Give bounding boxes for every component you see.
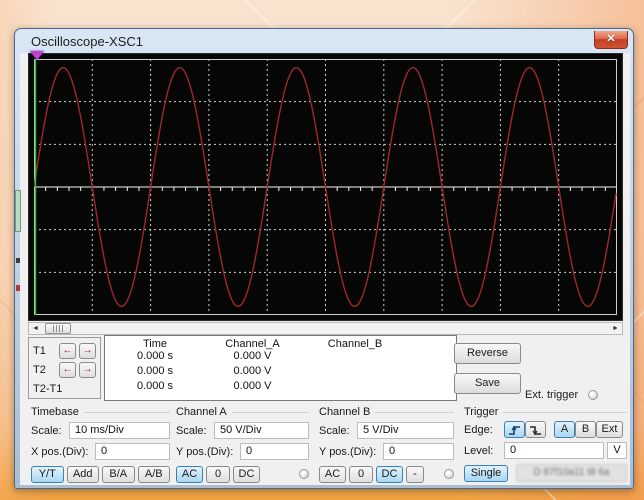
col-header-time: Time: [105, 338, 205, 350]
close-button[interactable]: ✕: [594, 31, 628, 49]
trigger-source-ext-button[interactable]: Ext: [596, 421, 623, 438]
rising-edge-icon: [508, 425, 521, 436]
channel-a-ypos-label: Y pos.(Div):: [176, 446, 240, 458]
scope-display: [28, 53, 623, 321]
falling-edge-button[interactable]: [525, 421, 546, 438]
channel-b-dc-button[interactable]: DC: [376, 466, 403, 483]
watermark: D 87f10a11 t8 6a: [516, 464, 627, 482]
channel-a-ac-button[interactable]: AC: [176, 466, 203, 483]
trigger-section: Trigger Edge: A B Ext: [464, 405, 627, 489]
channel-a-scale-label: Scale:: [176, 425, 214, 437]
channel-b-ypos-field[interactable]: 0: [383, 443, 454, 460]
channel-a-legend: Channel A: [176, 406, 227, 418]
trigger-level-field[interactable]: 0: [504, 442, 604, 459]
channel-a-ypos-field[interactable]: 0: [240, 443, 309, 460]
timebase-legend: Timebase: [31, 406, 79, 418]
cursor1-marker-icon[interactable]: [30, 51, 44, 60]
timebase-xpos-label: X pos.(Div):: [31, 446, 95, 458]
scope-grid-and-waveform: [34, 59, 617, 315]
timebase-section: Timebase Scale: 10 ms/Div X pos.(Div): 0…: [31, 405, 170, 489]
timebase-xpos-field[interactable]: 0: [95, 443, 170, 460]
channel-b-minus-button[interactable]: -: [406, 466, 424, 483]
t2-right-button[interactable]: →: [79, 362, 96, 378]
oscilloscope-window: Oscilloscope-XSC1 ✕ ◄ ► T1 ← → T2 ← →: [14, 28, 634, 489]
ext-trigger-label: Ext. trigger: [525, 389, 578, 401]
timebase-ba-button[interactable]: B/A: [102, 466, 135, 483]
channel-b-indicator: [444, 469, 454, 479]
channel-a-indicator: [299, 469, 309, 479]
channel-a-section: Channel A Scale: 50 V/Div Y pos.(Div): 0…: [176, 405, 309, 489]
reverse-button[interactable]: Reverse: [454, 343, 521, 364]
col-header-channel-a: Channel_A: [205, 338, 300, 350]
t2-left-button[interactable]: ←: [59, 362, 76, 378]
title-bar[interactable]: Oscilloscope-XSC1 ✕: [15, 29, 633, 53]
background-artifact: [15, 190, 21, 232]
dialog-content: ◄ ► T1 ← → T2 ← → T2-T1 Time Chann: [20, 53, 630, 485]
table-row: 0.000 s 0.000 V: [105, 350, 456, 365]
scope-scrollbar[interactable]: ◄ ►: [28, 322, 623, 335]
trigger-edge-label: Edge:: [464, 424, 504, 436]
t2-label: T2: [33, 364, 59, 376]
channel-b-scale-field[interactable]: 5 V/Div: [357, 422, 454, 439]
cursor-panel: T1 ← → T2 ← → T2-T1: [28, 337, 101, 399]
trigger-source-a-button[interactable]: A: [554, 421, 575, 438]
timebase-scale-field[interactable]: 10 ms/Div: [69, 422, 170, 439]
t1-right-button[interactable]: →: [79, 343, 96, 359]
channel-a-zero-button[interactable]: 0: [206, 466, 230, 483]
trigger-legend: Trigger: [464, 406, 498, 418]
channel-b-ac-button[interactable]: AC: [319, 466, 346, 483]
window-title: Oscilloscope-XSC1: [31, 34, 143, 49]
table-row: 0.000 s 0.000 V: [105, 365, 456, 380]
trigger-source-b-button[interactable]: B: [575, 421, 596, 438]
scrollbar-thumb[interactable]: [45, 323, 71, 334]
t1-left-button[interactable]: ←: [59, 343, 76, 359]
channel-b-section: Channel B Scale: 5 V/Div Y pos.(Div): 0 …: [319, 405, 454, 489]
falling-edge-icon: [529, 425, 542, 436]
timebase-add-button[interactable]: Add: [67, 466, 100, 483]
background-artifact: [16, 285, 20, 291]
rising-edge-button[interactable]: [504, 421, 525, 438]
timebase-scale-label: Scale:: [31, 425, 69, 437]
timebase-yt-button[interactable]: Y/T: [31, 466, 64, 483]
table-row: 0.000 s 0.000 V: [105, 380, 456, 395]
measurement-table: Time Channel_A Channel_B 0.000 s 0.000 V…: [104, 335, 457, 401]
channel-b-scale-label: Scale:: [319, 425, 357, 437]
channel-a-dc-button[interactable]: DC: [233, 466, 260, 483]
t1-label: T1: [33, 345, 59, 357]
scroll-left-icon[interactable]: ◄: [29, 323, 42, 334]
trigger-level-unit-field[interactable]: V: [607, 442, 627, 459]
background-artifact: [16, 258, 20, 263]
channel-b-ypos-label: Y pos.(Div):: [319, 446, 383, 458]
channel-b-legend: Channel B: [319, 406, 370, 418]
trigger-level-label: Level:: [464, 445, 504, 457]
col-header-channel-b: Channel_B: [300, 338, 410, 350]
channel-a-scale-field[interactable]: 50 V/Div: [214, 422, 309, 439]
channel-b-zero-button[interactable]: 0: [349, 466, 373, 483]
trigger-single-button[interactable]: Single: [464, 465, 508, 482]
timebase-ab-button[interactable]: A/B: [138, 466, 171, 483]
ext-trigger-indicator: [588, 390, 598, 400]
t2-t1-label: T2-T1: [33, 383, 62, 395]
scroll-right-icon[interactable]: ►: [609, 323, 622, 334]
save-button[interactable]: Save: [454, 373, 521, 394]
